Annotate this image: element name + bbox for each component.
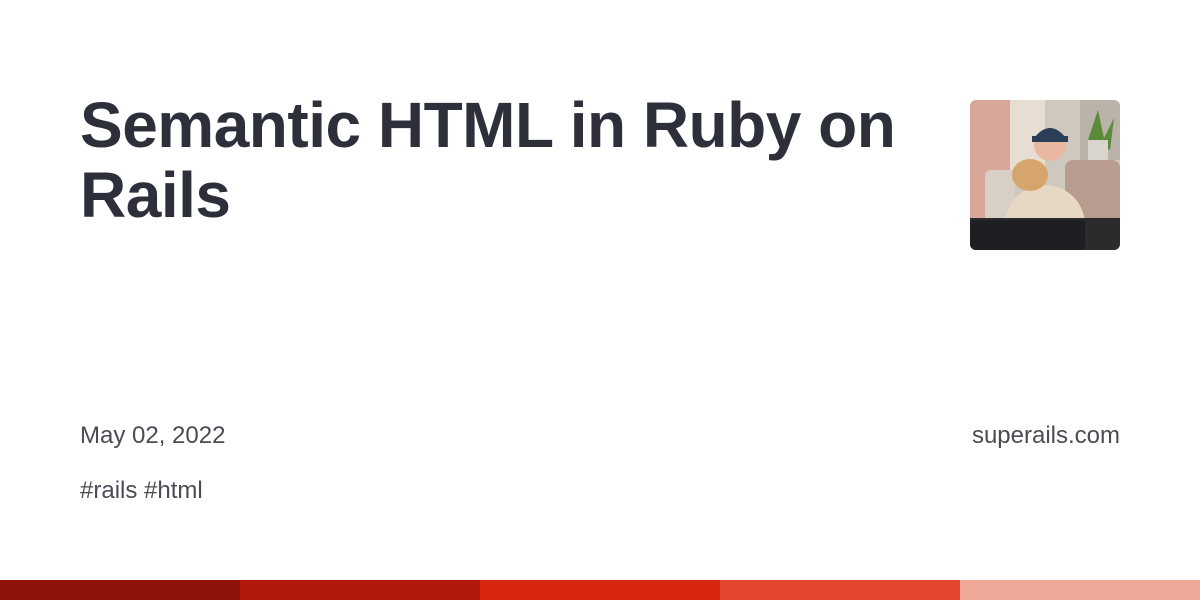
color-stripe [0,580,1200,600]
stripe-segment [0,580,240,600]
site-link[interactable]: superails.com [972,422,1120,450]
stripe-segment [240,580,480,600]
stripe-segment [960,580,1200,600]
stripe-segment [720,580,960,600]
author-avatar [970,100,1120,250]
stripe-segment [480,580,720,600]
post-title: Semantic HTML in Ruby on Rails [80,89,896,231]
post-date: May 02, 2022 [80,422,226,449]
post-tags: #rails #html [80,477,203,504]
author-photo-icon [970,100,1120,250]
